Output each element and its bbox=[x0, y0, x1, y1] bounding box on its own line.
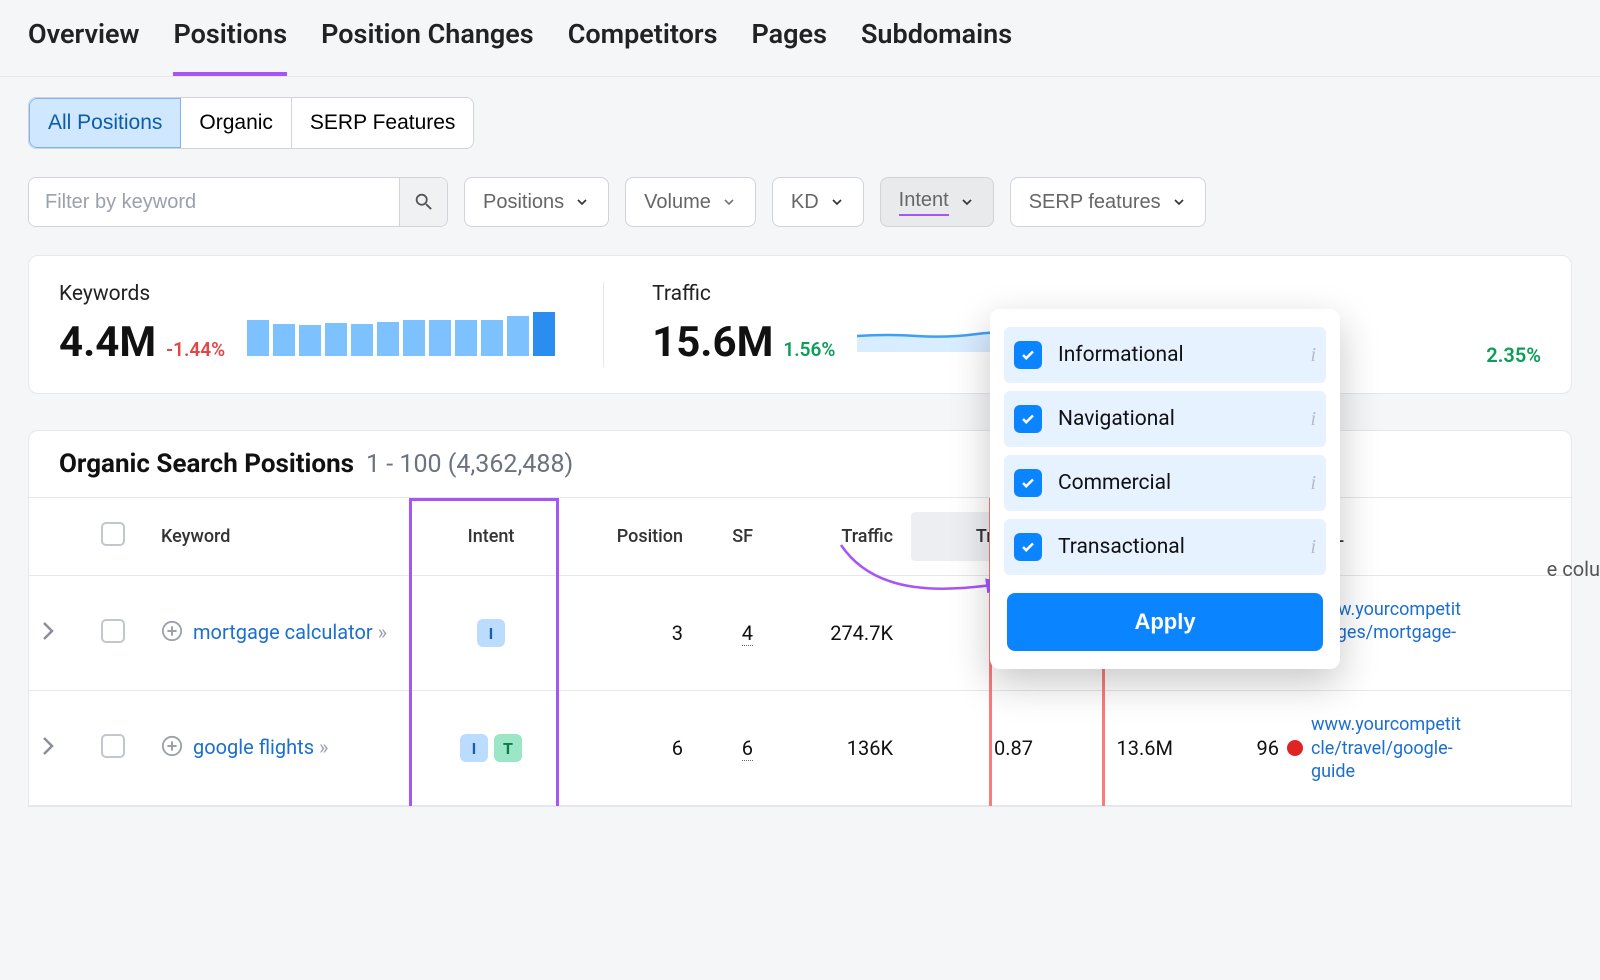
tab-competitors[interactable]: Competitors bbox=[568, 18, 718, 62]
select-all-checkbox[interactable] bbox=[101, 522, 125, 546]
checkbox-checked[interactable] bbox=[1014, 533, 1042, 561]
metric-right-delta: 2.35% bbox=[1486, 343, 1541, 367]
section-range: 1 - 100 (4,362,488) bbox=[366, 450, 573, 479]
filter-row: Positions Volume KD Intent SERP features bbox=[28, 177, 1572, 227]
chevron-down-icon bbox=[959, 194, 975, 210]
filter-volume[interactable]: Volume bbox=[625, 177, 756, 227]
col-position[interactable]: Position bbox=[571, 526, 701, 547]
info-icon[interactable]: i bbox=[1310, 408, 1316, 431]
traffic-value: 274.7K bbox=[771, 621, 911, 645]
col-url[interactable]: URL bbox=[1311, 526, 1521, 547]
filter-serp-features[interactable]: SERP features bbox=[1010, 177, 1206, 227]
sf-value[interactable]: 6 bbox=[742, 736, 753, 761]
filter-search bbox=[28, 177, 448, 227]
position-type-segment: All Positions Organic SERP Features bbox=[28, 97, 474, 149]
metric-keywords: Keywords 4.4M -1.44% bbox=[59, 282, 555, 367]
checkbox-checked[interactable] bbox=[1014, 405, 1042, 433]
add-keyword-icon[interactable] bbox=[161, 620, 183, 647]
traffic-pct-value: 0.87 bbox=[911, 736, 1051, 760]
intent-option-commercial[interactable]: Commercial i bbox=[1004, 455, 1326, 511]
col-intent[interactable]: Intent bbox=[411, 526, 571, 547]
table-row: google flights » IT 6 6 136K 0.87 13.6M … bbox=[29, 691, 1571, 806]
intent-badges: IT bbox=[411, 734, 571, 762]
filter-kd[interactable]: KD bbox=[772, 177, 864, 227]
chevron-down-icon bbox=[721, 194, 737, 210]
intent-option-label: Transactional bbox=[1058, 535, 1185, 559]
row-checkbox[interactable] bbox=[101, 619, 125, 643]
tab-overview[interactable]: Overview bbox=[28, 18, 139, 62]
info-icon[interactable]: i bbox=[1310, 472, 1316, 495]
filter-intent[interactable]: Intent bbox=[880, 177, 994, 227]
apply-button[interactable]: Apply bbox=[1007, 593, 1323, 651]
keyword-link[interactable]: google flights bbox=[193, 735, 314, 759]
chevron-down-icon bbox=[829, 194, 845, 210]
segment-all-positions[interactable]: All Positions bbox=[29, 98, 181, 148]
tab-subdomains[interactable]: Subdomains bbox=[861, 18, 1012, 62]
col-sf[interactable]: SF bbox=[701, 526, 771, 547]
main-tabs: Overview Positions Position Changes Comp… bbox=[0, 0, 1600, 77]
expand-row[interactable] bbox=[41, 621, 101, 646]
manage-columns-partial[interactable]: e colu bbox=[1547, 557, 1600, 581]
intent-option-label: Navigational bbox=[1058, 407, 1175, 431]
checkbox-checked[interactable] bbox=[1014, 341, 1042, 369]
traffic-value: 136K bbox=[771, 736, 911, 760]
kd-cell: 96 bbox=[1191, 736, 1311, 760]
intent-option-transactional[interactable]: Transactional i bbox=[1004, 519, 1326, 575]
intent-badge-informational: I bbox=[477, 619, 505, 647]
volume-value: 13.6M bbox=[1051, 736, 1191, 760]
metrics-panel: Keywords 4.4M -1.44% Traffic 15.6M 1.56%… bbox=[28, 255, 1572, 394]
segment-organic[interactable]: Organic bbox=[181, 98, 292, 148]
url-link[interactable]: www.yourcompetitcle/travel/google-guide bbox=[1311, 713, 1521, 783]
chevron-down-icon bbox=[574, 194, 590, 210]
keywords-sparkbar bbox=[247, 312, 555, 356]
section-title: Organic Search Positions 1 - 100 (4,362,… bbox=[28, 430, 1572, 498]
metric-keywords-label: Keywords bbox=[59, 282, 555, 306]
kd-difficulty-dot bbox=[1287, 740, 1303, 756]
metric-keywords-delta: -1.44% bbox=[166, 338, 225, 361]
position-value: 3 bbox=[571, 621, 701, 645]
row-checkbox[interactable] bbox=[101, 734, 125, 758]
filter-keyword-input[interactable] bbox=[29, 178, 399, 226]
chevron-right-icon bbox=[41, 621, 55, 641]
metric-keywords-value: 4.4M bbox=[59, 318, 156, 367]
search-icon bbox=[413, 191, 435, 213]
segment-serp-features[interactable]: SERP Features bbox=[292, 98, 474, 148]
col-traffic[interactable]: Traffic bbox=[771, 526, 911, 547]
filter-positions[interactable]: Positions bbox=[464, 177, 609, 227]
intent-filter-popover: Informational i Navigational i Commercia… bbox=[990, 309, 1340, 669]
metric-traffic-delta: 1.56% bbox=[783, 338, 835, 361]
checkbox-checked[interactable] bbox=[1014, 469, 1042, 497]
section-title-text: Organic Search Positions bbox=[59, 449, 354, 479]
search-button[interactable] bbox=[399, 178, 447, 226]
info-icon[interactable]: i bbox=[1310, 536, 1316, 559]
sf-value[interactable]: 4 bbox=[742, 621, 753, 646]
intent-badge-informational: I bbox=[460, 734, 488, 762]
tab-pages[interactable]: Pages bbox=[752, 18, 827, 62]
open-serp-icon[interactable]: » bbox=[378, 620, 384, 644]
col-keyword[interactable]: Keyword bbox=[161, 526, 411, 547]
expand-row[interactable] bbox=[41, 736, 101, 761]
tab-position-changes[interactable]: Position Changes bbox=[321, 18, 534, 62]
keyword-link[interactable]: mortgage calculator bbox=[193, 620, 373, 644]
info-icon[interactable]: i bbox=[1310, 344, 1316, 367]
metric-traffic-value: 15.6M bbox=[652, 318, 773, 367]
intent-option-label: Commercial bbox=[1058, 471, 1171, 495]
intent-badges: I bbox=[411, 619, 571, 647]
add-keyword-icon[interactable] bbox=[161, 735, 183, 762]
chevron-right-icon bbox=[41, 736, 55, 756]
positions-table: Keyword Intent Position SF Traffic Tra..… bbox=[28, 498, 1572, 807]
intent-option-navigational[interactable]: Navigational i bbox=[1004, 391, 1326, 447]
chevron-down-icon bbox=[1171, 194, 1187, 210]
position-value: 6 bbox=[571, 736, 701, 760]
intent-badge-transactional: T bbox=[494, 734, 522, 762]
open-serp-icon[interactable]: » bbox=[319, 735, 325, 759]
intent-option-informational[interactable]: Informational i bbox=[1004, 327, 1326, 383]
tab-positions[interactable]: Positions bbox=[173, 18, 287, 62]
intent-option-label: Informational bbox=[1058, 343, 1184, 367]
url-link[interactable]: www.yourcompetittgages/mortgage-tor bbox=[1311, 598, 1521, 668]
metric-traffic-label: Traffic bbox=[652, 282, 1057, 306]
